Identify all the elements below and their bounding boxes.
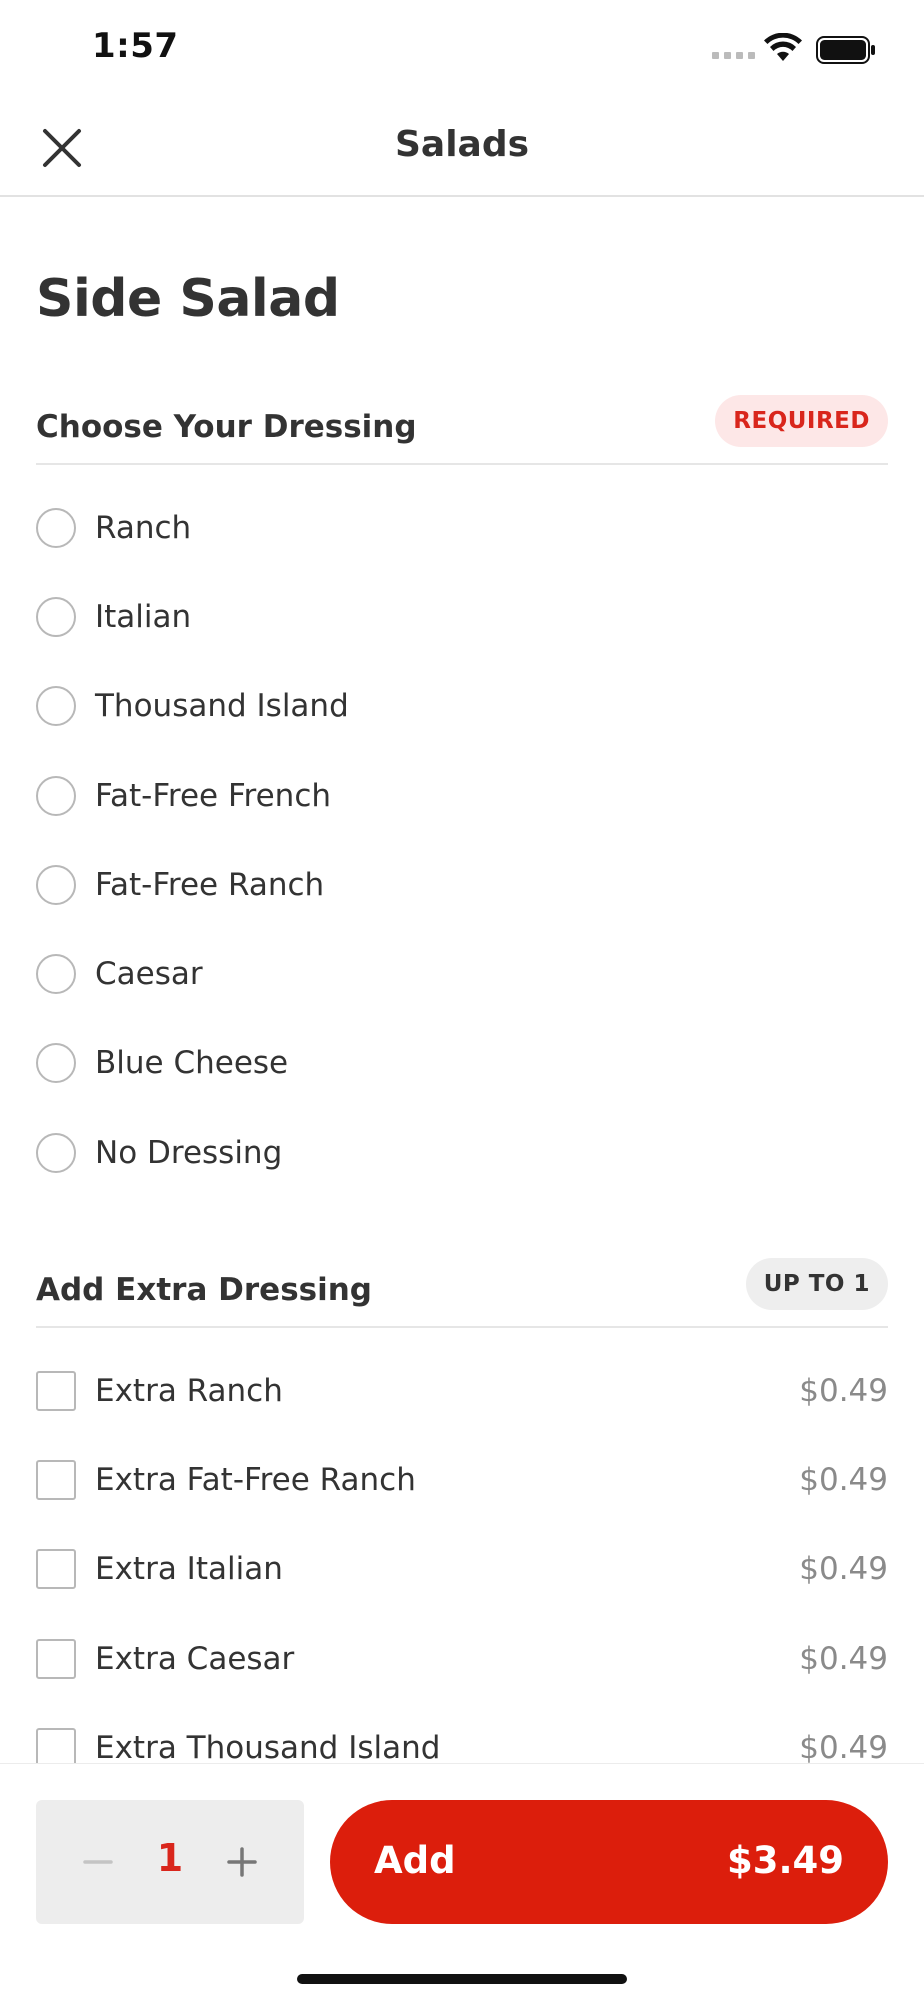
extra-dressing-option[interactable]: Extra Caesar $0.49: [36, 1614, 888, 1703]
add-button-label: Add: [374, 1839, 456, 1882]
radio-button[interactable]: [36, 1043, 76, 1084]
limit-badge: UP TO 1: [745, 1258, 888, 1310]
required-badge: REQUIRED: [715, 395, 888, 447]
option-label: Fat-Free French: [95, 777, 332, 814]
extra-dressing-section-header: Add Extra Dressing UP TO 1: [36, 1258, 888, 1328]
dressing-option[interactable]: Fat-Free French: [36, 751, 888, 840]
radio-button[interactable]: [36, 507, 76, 548]
radio-button[interactable]: [36, 775, 76, 816]
option-label: Blue Cheese: [95, 1045, 289, 1082]
section-title: Add Extra Dressing: [36, 1272, 372, 1308]
option-price: $0.49: [799, 1640, 888, 1677]
radio-button[interactable]: [36, 864, 76, 905]
radio-button[interactable]: [36, 1132, 76, 1173]
item-options-scroll[interactable]: Side Salad Choose Your Dressing REQUIRED…: [0, 197, 924, 1763]
option-label: Extra Ranch: [95, 1372, 283, 1409]
extra-dressing-option[interactable]: Extra Thousand Island $0.49: [36, 1703, 888, 1763]
extra-dressing-option[interactable]: Extra Italian $0.49: [36, 1525, 888, 1614]
option-label: Extra Caesar: [95, 1640, 295, 1677]
option-label: Caesar: [95, 956, 203, 993]
checkbox[interactable]: [36, 1459, 76, 1500]
wifi-icon: [764, 33, 802, 61]
item-title: Side Salad: [36, 269, 340, 329]
status-time: 1:57: [92, 26, 179, 66]
nav-bar: Salads: [0, 100, 924, 197]
option-label: No Dressing: [95, 1134, 283, 1171]
dressing-option[interactable]: Italian: [36, 572, 888, 661]
option-price: $0.49: [799, 1372, 888, 1409]
add-to-order-button[interactable]: Add $3.49: [330, 1800, 888, 1924]
bottom-action-bar: 1 Add $3.49: [0, 1763, 924, 2000]
checkbox[interactable]: [36, 1370, 76, 1411]
dressing-option[interactable]: Ranch: [36, 483, 888, 572]
battery-icon: [816, 36, 875, 64]
option-label: Extra Thousand Island: [95, 1729, 441, 1763]
dressing-options: Ranch Italian Thousand Island Fat-Free F…: [36, 483, 888, 1197]
status-bar: 1:57: [0, 0, 924, 100]
dressing-option[interactable]: Caesar: [36, 929, 888, 1018]
checkbox[interactable]: [36, 1549, 76, 1590]
plus-icon: [227, 1847, 257, 1877]
option-label: Ranch: [95, 509, 192, 546]
dressing-option[interactable]: Fat-Free Ranch: [36, 840, 888, 929]
option-label: Extra Fat-Free Ranch: [95, 1461, 416, 1498]
home-indicator: [297, 1974, 627, 1984]
radio-button[interactable]: [36, 596, 76, 637]
cellular-signal-icon: [712, 52, 755, 59]
option-label: Fat-Free Ranch: [95, 866, 325, 903]
add-button-price: $3.49: [726, 1839, 844, 1882]
option-label: Thousand Island: [95, 688, 349, 725]
extra-dressing-options: Extra Ranch $0.49 Extra Fat-Free Ranch $…: [36, 1346, 888, 1763]
dressing-option[interactable]: Blue Cheese: [36, 1019, 888, 1108]
option-label: Extra Italian: [95, 1551, 283, 1588]
dressing-section-header: Choose Your Dressing REQUIRED: [36, 395, 888, 465]
radio-button[interactable]: [36, 954, 76, 995]
nav-title: Salads: [394, 124, 530, 165]
option-price: $0.49: [799, 1729, 888, 1763]
option-price: $0.49: [799, 1461, 888, 1498]
section-title: Choose Your Dressing: [36, 409, 417, 445]
increase-quantity-button[interactable]: [214, 1834, 270, 1890]
checkbox[interactable]: [36, 1727, 76, 1763]
quantity-stepper: 1: [36, 1800, 304, 1924]
option-label: Italian: [95, 598, 192, 635]
extra-dressing-option[interactable]: Extra Ranch $0.49: [36, 1346, 888, 1435]
option-price: $0.49: [799, 1551, 888, 1588]
extra-dressing-option[interactable]: Extra Fat-Free Ranch $0.49: [36, 1435, 888, 1524]
radio-button[interactable]: [36, 686, 76, 727]
dressing-option[interactable]: No Dressing: [36, 1108, 888, 1197]
checkbox[interactable]: [36, 1638, 76, 1679]
dressing-option[interactable]: Thousand Island: [36, 662, 888, 751]
